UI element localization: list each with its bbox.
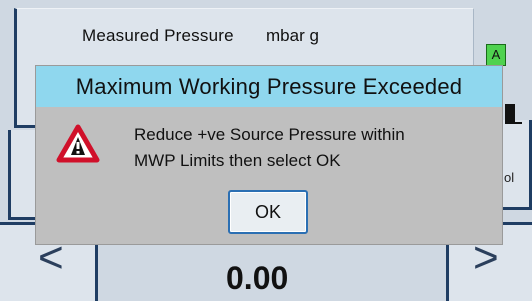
dialog-message-line-1: Reduce +ve Source Pressure within [134,125,405,144]
pressure-unit-label: mbar g [266,26,319,45]
right-tile-label: ol [504,170,515,185]
warning-triangle-icon [56,124,100,163]
mwp-exceeded-dialog: Maximum Working Pressure Exceeded Reduce… [36,66,502,244]
ok-button[interactable]: OK [228,190,308,234]
secondary-reading: 0.00 [226,260,289,296]
right-marker-tail [508,118,522,124]
measured-pressure-label: Measured Pressure [82,26,234,45]
dialog-message: Reduce +ve Source Pressure within MWP Li… [134,122,484,174]
dialog-title: Maximum Working Pressure Exceeded [36,66,502,107]
dialog-message-line-2: MWP Limits then select OK [134,151,341,170]
status-badge: A [486,44,506,66]
